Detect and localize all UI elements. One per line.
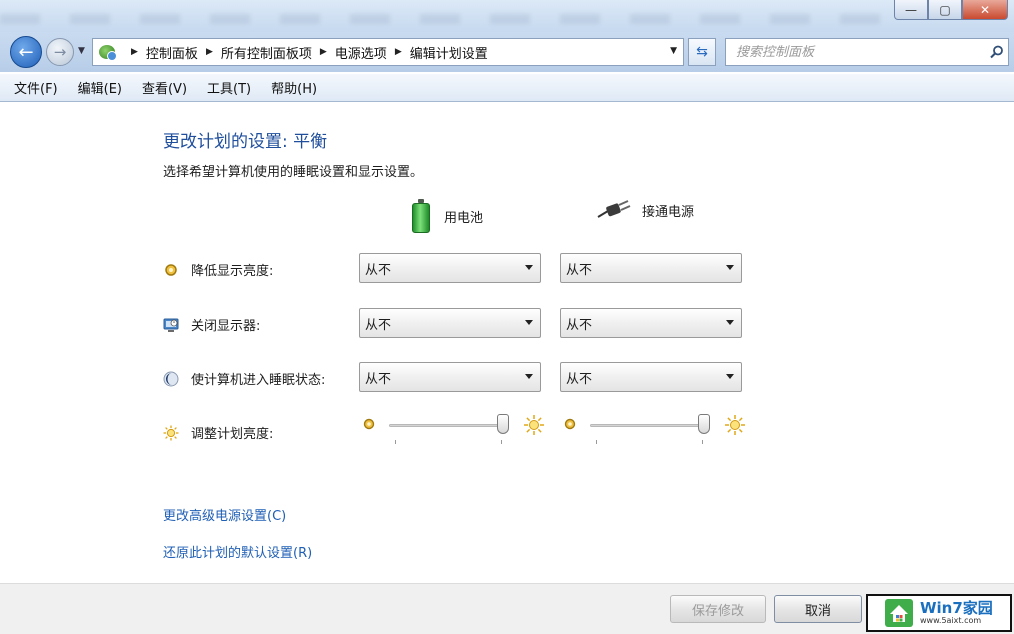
back-button[interactable]: ← — [10, 36, 42, 68]
plugged-column-label: 接通电源 — [642, 204, 695, 220]
brightness-plugged-slider[interactable] — [562, 410, 746, 444]
maximize-button[interactable]: ▢ — [928, 0, 962, 20]
slider-tick — [702, 440, 703, 444]
control-panel-icon — [97, 41, 119, 63]
menu-tools[interactable]: 工具(T) — [207, 78, 251, 97]
arrow-right-icon: → — [53, 43, 67, 61]
select-value: 从不 — [365, 371, 392, 387]
breadcrumb-item[interactable]: 所有控制面板项 — [221, 43, 312, 62]
turn-off-display-plugged-select[interactable]: 从不 — [560, 308, 742, 338]
watermark-badge: Win7家园 www.5aixt.com — [866, 594, 1012, 632]
monitor-icon — [163, 317, 179, 333]
restore-defaults-link[interactable]: 还原此计划的默认设置(R) — [163, 542, 312, 561]
refresh-icon: ⇆ — [696, 44, 708, 60]
arrow-left-icon: ← — [18, 41, 34, 63]
setting-dim-display: 降低显示亮度: — [163, 260, 273, 279]
menu-file[interactable]: 文件(F) — [14, 78, 58, 97]
titlebar-blur — [0, 14, 890, 24]
dim-display-battery-select[interactable]: 从不 — [359, 253, 541, 283]
sleep-plugged-select[interactable]: 从不 — [560, 362, 742, 392]
chevron-down-icon — [726, 374, 734, 379]
sleep-battery-select[interactable]: 从不 — [359, 362, 541, 392]
address-bar[interactable]: ▶ 控制面板 ▶ 所有控制面板项 ▶ 电源选项 ▶ 编辑计划设置 ▼ — [92, 38, 684, 66]
search-box — [725, 38, 1009, 66]
chevron-down-icon — [726, 265, 734, 270]
recent-pages-dropdown[interactable]: ▼ — [78, 46, 85, 56]
battery-column-label: 用电池 — [444, 210, 484, 226]
menu-edit[interactable]: 编辑(E) — [78, 78, 122, 97]
window-titlebar: — ▢ ✕ — [0, 0, 1014, 32]
advanced-power-settings-link[interactable]: 更改高级电源设置(C) — [163, 505, 286, 524]
search-icon[interactable] — [986, 45, 1008, 59]
menu-help[interactable]: 帮助(H) — [271, 78, 317, 97]
dim-sun-icon — [564, 418, 576, 434]
window-controls: — ▢ ✕ — [894, 0, 1008, 20]
dim-display-icon — [163, 262, 179, 278]
slider-thumb[interactable] — [497, 414, 509, 434]
chevron-right-icon[interactable]: ▶ — [206, 47, 213, 57]
watermark-title: Win7家园 — [920, 599, 993, 617]
refresh-button[interactable]: ⇆ — [688, 38, 716, 66]
bright-sun-icon — [523, 414, 545, 440]
page-title: 更改计划的设置: 平衡 — [163, 132, 328, 152]
breadcrumb-item[interactable]: 编辑计划设置 — [410, 43, 488, 62]
chevron-right-icon[interactable]: ▶ — [320, 47, 327, 57]
battery-column-header: 用电池 — [412, 199, 483, 233]
page-subtitle: 选择希望计算机使用的睡眠设置和显示设置。 — [163, 165, 424, 180]
setting-label: 使计算机进入睡眠状态: — [191, 373, 326, 388]
chevron-down-icon — [525, 374, 533, 379]
setting-sleep: 使计算机进入睡眠状态: — [163, 369, 325, 388]
menu-view[interactable]: 查看(V) — [142, 78, 187, 97]
house-logo-icon — [884, 598, 914, 628]
slider-track[interactable] — [389, 424, 509, 427]
chevron-down-icon — [726, 320, 734, 325]
battery-icon — [412, 199, 430, 233]
chevron-down-icon — [525, 320, 533, 325]
bright-sun-icon — [724, 414, 746, 440]
forward-button[interactable]: → — [46, 38, 74, 66]
setting-brightness: 调整计划亮度: — [163, 423, 273, 442]
breadcrumb: ▶ 控制面板 ▶ 所有控制面板项 ▶ 电源选项 ▶ 编辑计划设置 — [123, 43, 488, 62]
brightness-battery-slider[interactable] — [361, 410, 545, 444]
slider-tick — [596, 440, 597, 444]
slider-thumb[interactable] — [698, 414, 710, 434]
chevron-right-icon[interactable]: ▶ — [395, 47, 402, 57]
select-value: 从不 — [365, 262, 392, 278]
moon-icon — [163, 371, 179, 387]
turn-off-display-battery-select[interactable]: 从不 — [359, 308, 541, 338]
slider-tick — [395, 440, 396, 444]
main-content: 更改计划的设置: 平衡 选择希望计算机使用的睡眠设置和显示设置。 用电池 接通电… — [0, 103, 1014, 583]
setting-label: 调整计划亮度: — [191, 427, 274, 442]
cancel-button[interactable]: 取消 — [774, 595, 862, 623]
search-input[interactable] — [726, 40, 986, 64]
slider-tick — [501, 440, 502, 444]
watermark-site: www.5aixt.com — [920, 616, 982, 625]
select-value: 从不 — [566, 371, 593, 387]
sun-icon — [163, 425, 179, 441]
select-value: 从不 — [566, 317, 593, 333]
close-button[interactable]: ✕ — [962, 0, 1008, 20]
slider-track[interactable] — [590, 424, 710, 427]
chevron-down-icon — [525, 265, 533, 270]
address-dropdown-button[interactable]: ▼ — [670, 46, 677, 56]
minimize-button[interactable]: — — [894, 0, 928, 20]
setting-label: 关闭显示器: — [191, 319, 261, 334]
save-changes-button[interactable]: 保存修改 — [670, 595, 766, 623]
power-plug-icon — [596, 199, 632, 221]
address-toolbar: ← → ▼ ▶ 控制面板 ▶ 所有控制面板项 ▶ 电源选项 ▶ 编辑计划设置 ▼… — [0, 32, 1014, 72]
watermark-text: Win7家园 www.5aixt.com — [920, 600, 993, 626]
setting-turn-off-display: 关闭显示器: — [163, 315, 260, 334]
select-value: 从不 — [566, 262, 593, 278]
breadcrumb-item[interactable]: 电源选项 — [335, 43, 387, 62]
select-value: 从不 — [365, 317, 392, 333]
breadcrumb-item[interactable]: 控制面板 — [146, 43, 198, 62]
dim-display-plugged-select[interactable]: 从不 — [560, 253, 742, 283]
footer-bar: 保存修改 取消 — [0, 583, 1014, 634]
dim-sun-icon — [363, 418, 375, 434]
menu-bar: 文件(F) 编辑(E) 查看(V) 工具(T) 帮助(H) — [0, 74, 1014, 102]
chevron-right-icon[interactable]: ▶ — [131, 47, 138, 57]
plugged-column-header: 接通电源 — [596, 199, 694, 221]
setting-label: 降低显示亮度: — [191, 264, 274, 279]
